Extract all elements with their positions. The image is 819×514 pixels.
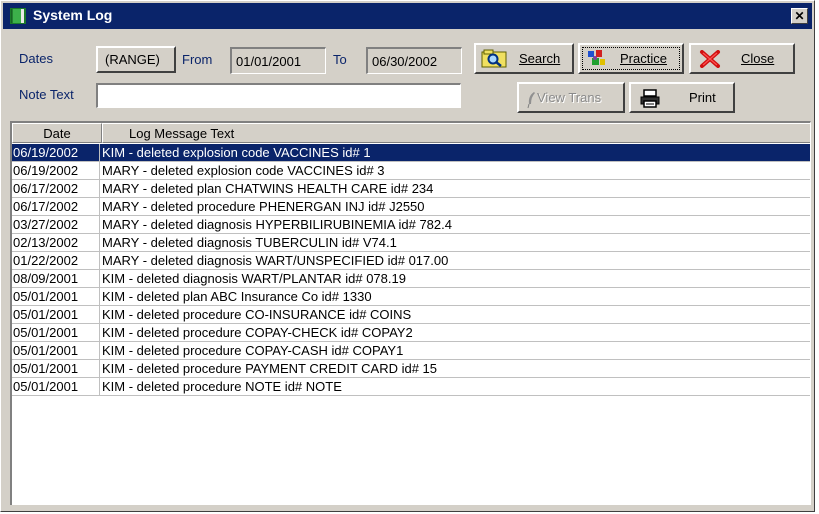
row-message: MARY - deleted plan CHATWINS HEALTH CARE… <box>102 181 434 196</box>
row-date: 05/01/2001 <box>12 288 100 305</box>
close-button-label: Close <box>741 51 775 66</box>
row-date: 05/01/2001 <box>12 306 100 323</box>
practice-icon <box>588 50 605 65</box>
row-message: MARY - deleted procedure PHENERGAN INJ i… <box>102 199 425 214</box>
column-header-message[interactable]: Log Message Text <box>102 123 810 143</box>
table-row[interactable]: 05/01/2001 KIM - deleted procedure COPAY-… <box>12 342 810 360</box>
quill-icon <box>527 92 535 109</box>
row-message: MARY - deleted diagnosis TUBERCULIN id# … <box>102 235 397 250</box>
row-message: MARY - deleted diagnosis WART/UNSPECIFIE… <box>102 253 449 268</box>
row-message: KIM - deleted explosion code VACCINES id… <box>102 145 371 160</box>
window-close-button[interactable]: ✕ <box>791 8 808 24</box>
from-date-value: 01/01/2001 <box>236 53 302 69</box>
table-row[interactable]: 05/01/2001 KIM - deleted procedure COPAY-… <box>12 324 810 342</box>
table-row[interactable]: 08/09/2001 KIM - deleted diagnosis WART/P… <box>12 270 810 288</box>
log-rows: 06/19/2002 KIM - deleted explosion code V… <box>12 144 810 396</box>
log-list[interactable]: Date Log Message Text 06/19/2002 KIM - de… <box>10 121 811 507</box>
close-button[interactable]: Close <box>689 43 795 74</box>
to-date-value: 06/30/2002 <box>372 53 438 69</box>
table-row[interactable]: 03/27/2002 MARY - deleted diagnosis HYPER… <box>12 216 810 234</box>
practice-button-label: Practice <box>620 51 667 66</box>
row-date: 02/13/2002 <box>12 234 100 251</box>
to-label: To <box>333 52 347 67</box>
table-row[interactable]: 06/17/2002 MARY - deleted procedure PHENE… <box>12 198 810 216</box>
row-date: 05/01/2001 <box>12 324 100 341</box>
table-row[interactable]: 06/17/2002 MARY - deleted plan CHATWINS H… <box>12 180 810 198</box>
from-date-field[interactable]: 01/01/2001 <box>230 47 326 74</box>
row-message: MARY - deleted explosion code VACCINES i… <box>102 163 385 178</box>
table-row[interactable]: 02/13/2002 MARY - deleted diagnosis TUBER… <box>12 234 810 252</box>
dates-label: Dates <box>19 51 53 66</box>
row-date: 08/09/2001 <box>12 270 100 287</box>
row-date: 06/17/2002 <box>12 198 100 215</box>
table-row[interactable]: 05/01/2001 KIM - deleted procedure PAYMEN… <box>12 360 810 378</box>
row-date: 05/01/2001 <box>12 378 100 395</box>
search-icon <box>481 49 507 68</box>
row-message: KIM - deleted procedure PAYMENT CREDIT C… <box>102 361 437 376</box>
search-button[interactable]: Search <box>474 43 574 74</box>
row-message: KIM - deleted procedure NOTE id# NOTE <box>102 379 342 394</box>
row-message: KIM - deleted procedure COPAY-CHECK id# … <box>102 325 413 340</box>
row-date: 06/17/2002 <box>12 180 100 197</box>
search-button-label: Search <box>519 51 561 66</box>
view-trans-button[interactable]: View Trans <box>517 82 625 113</box>
row-date: 01/22/2002 <box>12 252 100 269</box>
from-label: From <box>182 52 213 67</box>
print-button-label: Print <box>689 90 716 105</box>
row-date: 05/01/2001 <box>12 342 100 359</box>
row-message: MARY - deleted diagnosis HYPERBILIRUBINE… <box>102 217 452 232</box>
practice-button[interactable]: Practice <box>578 43 684 74</box>
log-list-header: Date Log Message Text <box>12 123 810 143</box>
close-x-icon <box>700 50 720 68</box>
row-message: KIM - deleted plan ABC Insurance Co id# … <box>102 289 372 304</box>
row-date: 03/27/2002 <box>12 216 100 233</box>
status-strip <box>1 505 814 511</box>
row-date: 05/01/2001 <box>12 360 100 377</box>
row-message: KIM - deleted diagnosis WART/PLANTAR id#… <box>102 271 406 286</box>
note-text-input[interactable] <box>96 83 461 108</box>
table-row[interactable]: 05/01/2001 KIM - deleted procedure NOTE i… <box>12 378 810 396</box>
title-bar[interactable]: System Log ✕ <box>3 3 812 29</box>
book-icon <box>10 8 26 24</box>
row-date: 06/19/2002 <box>12 162 100 179</box>
row-date: 06/19/2002 <box>12 144 100 161</box>
window-title: System Log <box>33 7 113 23</box>
row-message: KIM - deleted procedure CO-INSURANCE id#… <box>102 307 412 322</box>
printer-icon <box>640 89 660 108</box>
print-button[interactable]: Print <box>629 82 735 113</box>
to-date-field[interactable]: 06/30/2002 <box>366 47 462 74</box>
table-row[interactable]: 05/01/2001 KIM - deleted procedure CO-INS… <box>12 306 810 324</box>
note-text-label: Note Text <box>19 87 74 102</box>
row-message: KIM - deleted procedure COPAY-CASH id# C… <box>102 343 404 358</box>
table-row[interactable]: 06/19/2002 KIM - deleted explosion code V… <box>12 144 810 162</box>
system-log-window: System Log ✕ Dates (RANGE) From 01/01/20… <box>0 0 815 512</box>
table-row[interactable]: 01/22/2002 MARY - deleted diagnosis WART/… <box>12 252 810 270</box>
view-trans-button-label: View Trans <box>537 90 602 105</box>
table-row[interactable]: 06/19/2002 MARY - deleted explosion code … <box>12 162 810 180</box>
column-header-date[interactable]: Date <box>12 123 102 143</box>
range-button-label: (RANGE) <box>105 52 160 67</box>
table-row[interactable]: 05/01/2001 KIM - deleted plan ABC Insuran… <box>12 288 810 306</box>
range-button[interactable]: (RANGE) <box>96 46 176 73</box>
